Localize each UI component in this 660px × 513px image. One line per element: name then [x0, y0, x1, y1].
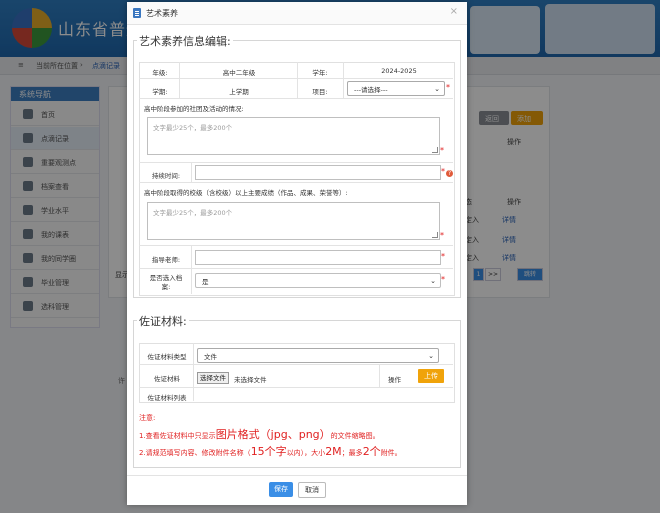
art-literacy-dialog: 艺术素养 × 艺术素养信息编辑: 年级: 高中二年级 学年: 2024-2025…	[127, 2, 467, 505]
year-label: 学年:	[312, 69, 328, 77]
term-label: 学期:	[152, 88, 168, 96]
no-file-text: 未选择文件	[234, 376, 267, 384]
op-label: 操作	[388, 376, 401, 384]
grade-label: 年级:	[152, 69, 168, 77]
grade-value: 高中二年级	[222, 69, 256, 77]
divider	[343, 62, 344, 99]
required-mark: *	[440, 231, 444, 240]
divider	[139, 364, 453, 365]
choose-file-button[interactable]: 选择文件	[197, 372, 229, 384]
divider	[191, 245, 192, 294]
evidence-type-label: 佐证材料类型	[147, 353, 187, 361]
year-value: 2024-2025	[381, 67, 417, 75]
divider	[139, 268, 453, 269]
info-icon[interactable]: ?	[446, 170, 453, 177]
dialog-header: 艺术素养 ×	[127, 2, 467, 25]
divider	[379, 364, 380, 387]
footer-divider	[127, 475, 467, 476]
divider	[191, 162, 192, 183]
divider	[179, 62, 180, 99]
evidence-file-label: 佐证材料	[154, 375, 180, 383]
required-mark: *	[441, 252, 445, 261]
required-mark: *	[440, 146, 444, 155]
resize-handle[interactable]	[432, 232, 438, 238]
evidence-list-label: 佐证材料列表	[147, 394, 187, 402]
document-icon	[133, 8, 141, 18]
close-icon[interactable]: ×	[450, 6, 458, 17]
note-title: 注意:	[139, 414, 156, 422]
divider	[139, 78, 453, 79]
item-label: 项目:	[312, 88, 328, 96]
note-2: 2.请规范填写内容、修改附件名称（15个字以内），大小2M；最多2个附件。	[139, 445, 402, 458]
divider	[139, 387, 453, 388]
save-button[interactable]: 保存	[269, 482, 293, 497]
chevron-down-icon: ⌄	[430, 277, 436, 285]
archive-select[interactable]: 是 ⌄	[195, 273, 441, 288]
required-mark: *	[441, 275, 445, 284]
activity-textarea[interactable]: 文字最少25个，最多200个	[147, 117, 440, 155]
term-value: 上学期	[229, 88, 249, 96]
duration-label: 持续时间:	[151, 172, 181, 180]
note-1: 1.查看佐证材料中只显示图片格式（jpg、png）的文件缩略图。	[139, 428, 380, 441]
upload-button[interactable]: 上传	[418, 369, 444, 383]
resize-handle[interactable]	[432, 147, 438, 153]
divider	[139, 162, 453, 163]
divider	[193, 343, 194, 401]
divider	[139, 98, 453, 99]
evidence-type-select[interactable]: 文件 ⌄	[197, 348, 439, 363]
teacher-label: 指导老师:	[151, 256, 181, 264]
teacher-input[interactable]	[195, 250, 441, 265]
info-edit-legend: 艺术素养信息编辑:	[137, 33, 233, 49]
divider	[297, 62, 298, 99]
archive-label-2: 案:	[161, 283, 171, 291]
award-label: 高中阶段取得的校级（含校级）以上主要成绩（作品、成果、荣誉等）:	[144, 189, 348, 197]
item-select[interactable]: ---请选择--- ⌄	[347, 81, 445, 96]
cancel-button[interactable]: 取消	[298, 482, 326, 498]
chevron-down-icon: ⌄	[428, 352, 434, 360]
award-textarea[interactable]: 文字最少25个，最多200个	[147, 202, 440, 240]
divider	[139, 245, 453, 246]
required-mark: *	[446, 83, 450, 92]
duration-input[interactable]	[195, 165, 441, 180]
required-mark: *	[441, 167, 445, 176]
chevron-down-icon: ⌄	[434, 85, 440, 93]
evidence-legend: 佐证材料:	[137, 313, 189, 329]
divider	[139, 182, 453, 183]
dialog-title: 艺术素养	[146, 9, 178, 18]
activity-label: 高中阶段参加的社团及活动的情况:	[144, 105, 244, 113]
